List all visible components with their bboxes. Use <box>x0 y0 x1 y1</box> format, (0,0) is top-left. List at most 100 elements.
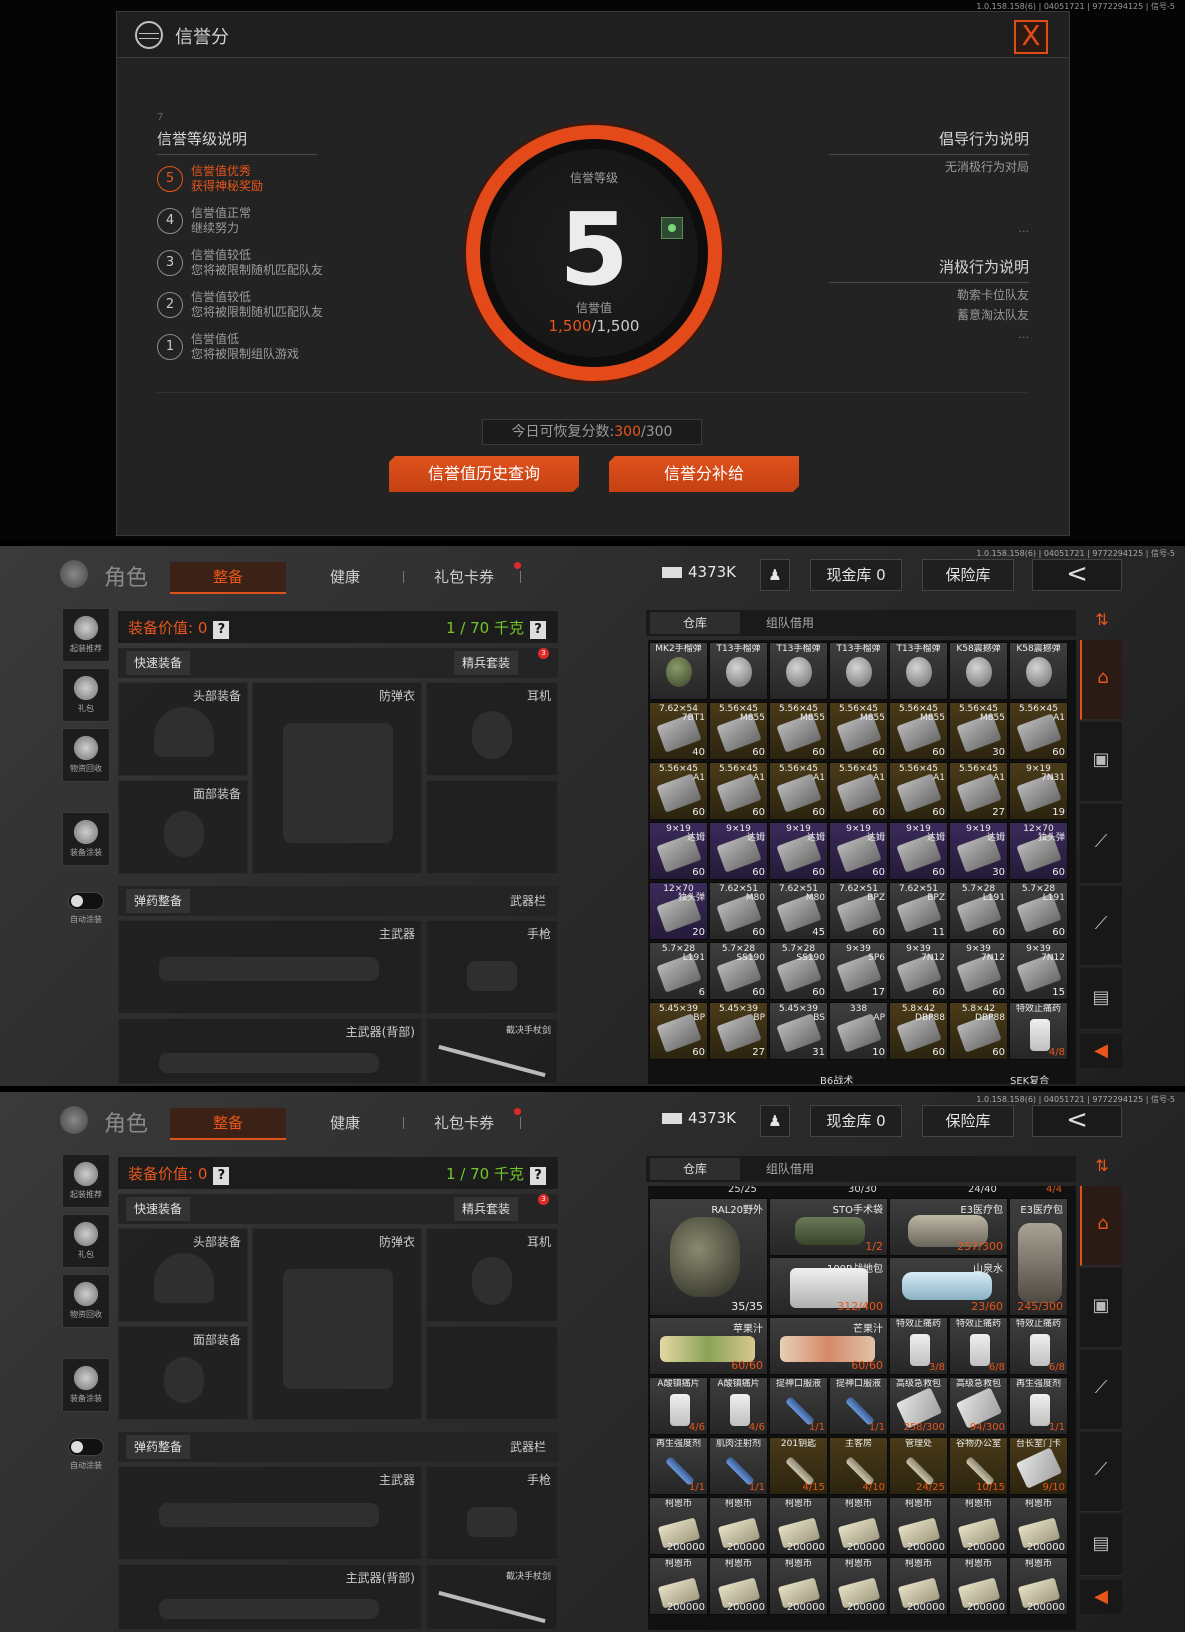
inventory-item[interactable]: 特效止痛药 6/8 <box>949 1317 1008 1375</box>
auto-skin-toggle[interactable] <box>68 1438 104 1456</box>
inventory-item[interactable]: 7.62×51 M80 60 <box>709 882 768 940</box>
tab-warehouse[interactable]: 仓库 <box>650 612 740 634</box>
melee-slot[interactable]: 截决手杖剑 <box>426 1564 558 1630</box>
inventory-item[interactable]: A酸镇痛片 4/6 <box>649 1377 708 1435</box>
inventory-item[interactable]: 5.56×45 A1 60 <box>709 762 768 820</box>
tab-health[interactable]: 健康 <box>330 1108 360 1138</box>
safe-button[interactable]: 保险库 <box>922 559 1014 591</box>
inventory-item[interactable]: 主客房 4/10 <box>829 1437 888 1495</box>
primary-back-slot[interactable]: 主武器(背部) <box>118 1564 422 1630</box>
head-slot[interactable]: 头部装备 <box>118 682 248 776</box>
inventory-item-large[interactable]: E3医疗包 245/300 <box>1009 1198 1068 1316</box>
rifle-tab[interactable]: ⟋ <box>1080 804 1122 884</box>
inventory-item-large[interactable]: 芒果汁 60/60 <box>769 1317 888 1375</box>
inventory-item[interactable]: MK2手榴弹 <box>649 642 708 700</box>
inventory-item[interactable]: 再生强度剂 1/1 <box>649 1437 708 1495</box>
inventory-item[interactable]: 管理处 24/25 <box>889 1437 948 1495</box>
pistol-slot[interactable]: 手枪 <box>426 1466 558 1560</box>
inventory-item[interactable]: T13手榴弹 <box>769 642 828 700</box>
inventory-item[interactable]: 高级急救包 94/300 <box>949 1377 1008 1435</box>
inventory-item[interactable]: 5.56×45 A1 60 <box>829 762 888 820</box>
profile-icon[interactable]: ♟ <box>760 1105 790 1137</box>
inventory-item[interactable]: 5.56×45 M855 60 <box>769 702 828 760</box>
home-tab[interactable]: ⌂ <box>1080 640 1122 720</box>
box-tab[interactable]: ▣ <box>1080 1268 1122 1348</box>
inventory-item[interactable]: 9×19 7N31 19 <box>1009 762 1068 820</box>
storage-tab[interactable]: ▤ <box>1080 1514 1122 1576</box>
inventory-item[interactable]: 9×19 达姆 60 <box>829 822 888 880</box>
inventory-item[interactable]: T13手榴弹 <box>829 642 888 700</box>
supplement-button[interactable]: 信誉分补给 <box>609 456 799 492</box>
inventory-item[interactable]: T13手榴弹 <box>709 642 768 700</box>
earpiece-slot[interactable]: 耳机 <box>426 682 558 776</box>
inventory-item-large[interactable]: 100R战地包 312/400 <box>769 1257 888 1316</box>
inventory-item[interactable]: 5.7×28 L191 60 <box>1009 882 1068 940</box>
collapse-arrow-icon[interactable]: ◀ <box>1080 1034 1122 1068</box>
inventory-item[interactable]: 5.7×28 L191 6 <box>649 942 708 1000</box>
inventory-item[interactable]: K58震撼弹 <box>949 642 1008 700</box>
collapse-arrow-icon[interactable]: ◀ <box>1080 1580 1122 1614</box>
inventory-item[interactable]: 5.56×45 M855 60 <box>829 702 888 760</box>
tab-loadout[interactable]: 整备 <box>170 562 286 594</box>
cash-store-button[interactable]: 现金库 0 <box>810 559 902 591</box>
back-button[interactable]: < <box>1032 559 1122 591</box>
box-tab[interactable]: ▣ <box>1080 722 1122 802</box>
tab-health[interactable]: 健康 <box>330 562 360 592</box>
inventory-item[interactable]: 柯恩币 200000 <box>1009 1557 1068 1615</box>
inventory-item[interactable]: T13手榴弹 <box>889 642 948 700</box>
inventory-item-large[interactable]: 山泉水 23/60 <box>889 1257 1008 1316</box>
quick-equip-button[interactable]: 快速装备 <box>126 1197 191 1221</box>
inventory-item[interactable]: 12×70 独头弹 20 <box>649 882 708 940</box>
inventory-item[interactable]: 高级急救包 258/300 <box>889 1377 948 1435</box>
face-slot[interactable]: 面部装备 <box>118 1326 248 1420</box>
close-button[interactable]: X <box>1014 20 1048 54</box>
inventory-item[interactable]: 再生强度剂 1/1 <box>1009 1377 1068 1435</box>
inventory-item[interactable]: 9×39 7N12 60 <box>949 942 1008 1000</box>
inventory-item[interactable]: 特效止痛药 6/8 <box>1009 1317 1068 1375</box>
recycle-button[interactable]: 物资回收 <box>62 1274 110 1328</box>
inventory-item[interactable]: 5.56×45 A1 60 <box>889 762 948 820</box>
inventory-item[interactable]: 5.8×42 DBP88 60 <box>949 1002 1008 1060</box>
rifle-tab-2[interactable]: ⟋ <box>1080 1432 1122 1512</box>
inventory-item[interactable]: 柯恩币 200000 <box>949 1497 1008 1555</box>
inventory-item[interactable]: 柯恩币 200000 <box>709 1497 768 1555</box>
pistol-slot[interactable]: 手枪 <box>426 920 558 1014</box>
inventory-item[interactable]: 柯恩币 200000 <box>889 1497 948 1555</box>
inventory-item[interactable]: 5.7×28 SS190 60 <box>769 942 828 1000</box>
inventory-item[interactable]: K58震撼弹 <box>1009 642 1068 700</box>
inventory-item[interactable]: 柯恩币 200000 <box>649 1557 708 1615</box>
inventory-item[interactable]: 9×39 7N12 60 <box>889 942 948 1000</box>
inventory-item[interactable]: 9×19 达姆 60 <box>889 822 948 880</box>
inventory-item[interactable]: 5.56×45 M855 30 <box>949 702 1008 760</box>
help-icon[interactable]: ? <box>530 621 546 639</box>
help-icon[interactable]: ? <box>213 1167 230 1185</box>
inventory-item[interactable]: 9×19 达姆 60 <box>709 822 768 880</box>
tab-warehouse[interactable]: 仓库 <box>650 1158 740 1180</box>
inventory-item[interactable]: 柯恩币 200000 <box>649 1497 708 1555</box>
inventory-item[interactable]: 9×39 SP6 17 <box>829 942 888 1000</box>
inventory-item[interactable]: 7.62×54 7BT1 40 <box>649 702 708 760</box>
inventory-item[interactable]: 谷物办公室 10/15 <box>949 1437 1008 1495</box>
storage-tab[interactable]: ▤ <box>1080 968 1122 1030</box>
inventory-item[interactable]: 9×39 7N12 15 <box>1009 942 1068 1000</box>
inventory-item[interactable]: 提神口服液 1/1 <box>769 1377 828 1435</box>
recommend-button[interactable]: 起装推荐 <box>62 608 110 662</box>
tab-gift[interactable]: 礼包卡券 <box>434 562 494 592</box>
ammo-equip-button[interactable]: 弹药整备 <box>126 1435 191 1459</box>
primary-weapon-slot[interactable]: 主武器 <box>118 1466 422 1560</box>
inventory-item[interactable]: 9×19 达姆 30 <box>949 822 1008 880</box>
rifle-tab[interactable]: ⟋ <box>1080 1350 1122 1430</box>
inventory-item-large[interactable]: STO手术袋 1/2 <box>769 1198 888 1256</box>
skin-button[interactable]: 装备涂装 <box>62 1358 110 1412</box>
inventory-item[interactable]: 7.62×51 BPZ 60 <box>829 882 888 940</box>
inventory-item[interactable]: 338 AP 10 <box>829 1002 888 1060</box>
sort-icon[interactable]: ⇅ <box>1088 610 1116 636</box>
inventory-item[interactable]: 提神口服液 1/1 <box>829 1377 888 1435</box>
primary-back-slot[interactable]: 主武器(背部) <box>118 1018 422 1084</box>
earpiece-slot[interactable]: 耳机 <box>426 1228 558 1322</box>
inventory-item[interactable]: 5.56×45 A1 60 <box>769 762 828 820</box>
inventory-item[interactable]: 5.45×39 BP 60 <box>649 1002 708 1060</box>
recommend-button[interactable]: 起装推荐 <box>62 1154 110 1208</box>
help-icon[interactable]: ? <box>213 621 230 639</box>
cash-store-button[interactable]: 现金库 0 <box>810 1105 902 1137</box>
